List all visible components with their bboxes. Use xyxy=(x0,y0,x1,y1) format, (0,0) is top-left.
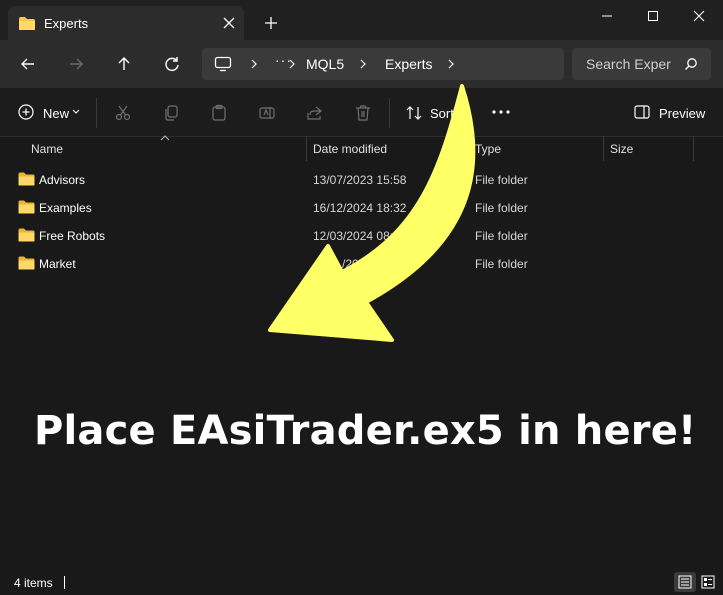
breadcrumb-mql5[interactable]: MQL5 xyxy=(306,56,344,72)
rename-icon[interactable] xyxy=(258,104,276,122)
tiles-view-icon[interactable] xyxy=(697,572,719,592)
tab-experts[interactable]: Experts xyxy=(8,6,244,42)
back-arrow-icon[interactable] xyxy=(18,54,38,74)
file-type: File folder xyxy=(475,201,528,215)
column-headers: Name Date modified Type Size xyxy=(0,135,723,161)
list-item-free-robots[interactable]: Free Robots 12/03/2024 08:49 File folder xyxy=(12,222,692,250)
cut-icon[interactable] xyxy=(114,104,132,122)
item-count: 4 items xyxy=(14,576,53,590)
title-bar: Experts xyxy=(0,0,723,42)
file-explorer-window: Experts ··· MQL5 Experts Search Exper Ne… xyxy=(0,0,723,595)
annotation-text: Place EAsiTrader.ex5 in here! xyxy=(34,408,697,454)
column-size[interactable]: Size xyxy=(610,142,633,156)
breadcrumb-experts[interactable]: Experts xyxy=(385,56,432,72)
file-type: File folder xyxy=(475,229,528,243)
column-date-modified[interactable]: Date modified xyxy=(313,142,387,156)
folder-icon xyxy=(18,256,35,270)
paste-icon[interactable] xyxy=(210,104,228,122)
folder-icon xyxy=(18,200,35,214)
close-icon[interactable] xyxy=(220,14,238,32)
monitor-icon[interactable] xyxy=(214,56,232,72)
chevron-down-icon[interactable] xyxy=(456,109,464,115)
column-divider[interactable] xyxy=(468,136,469,161)
copy-icon[interactable] xyxy=(162,104,180,122)
column-type[interactable]: Type xyxy=(475,142,501,156)
details-view-icon[interactable] xyxy=(674,572,696,592)
chevron-right-icon[interactable] xyxy=(247,57,261,71)
sort-icon[interactable] xyxy=(405,105,423,121)
plus-circle-icon[interactable] xyxy=(18,104,34,120)
chevron-right-icon[interactable] xyxy=(356,57,370,71)
new-button[interactable]: New xyxy=(43,106,69,121)
close-icon[interactable] xyxy=(684,6,714,26)
breadcrumb[interactable]: ··· MQL5 Experts xyxy=(202,48,564,80)
file-date: 12/03/2024 08:49 xyxy=(313,229,407,243)
file-date: 13/07/2023 15:58 xyxy=(313,173,407,187)
divider xyxy=(96,98,97,128)
file-name[interactable]: Advisors xyxy=(39,173,85,187)
column-divider[interactable] xyxy=(306,136,307,161)
maximize-icon[interactable] xyxy=(638,6,668,26)
refresh-icon[interactable] xyxy=(162,54,182,74)
forward-arrow-icon[interactable] xyxy=(66,54,86,74)
minimize-icon[interactable] xyxy=(592,6,622,26)
list-item-examples[interactable]: Examples 16/12/2024 18:32 File folder xyxy=(12,194,692,222)
tab-title: Experts xyxy=(44,16,89,31)
delete-icon[interactable] xyxy=(354,104,372,122)
column-name[interactable]: Name xyxy=(31,142,63,156)
share-icon[interactable] xyxy=(306,104,324,122)
address-bar: ··· MQL5 Experts Search Exper xyxy=(0,40,723,88)
search-input[interactable]: Search Exper xyxy=(586,56,671,72)
sort-button[interactable]: Sort xyxy=(430,106,454,121)
file-type: File folder xyxy=(475,173,528,187)
preview-button[interactable]: Preview xyxy=(659,106,705,121)
search-icon[interactable] xyxy=(684,57,698,71)
plus-icon[interactable] xyxy=(262,14,280,32)
divider xyxy=(389,98,390,128)
more-options-icon[interactable] xyxy=(492,110,510,114)
search-box[interactable]: Search Exper xyxy=(572,48,711,80)
sort-ascending-icon xyxy=(160,135,170,141)
status-bar: 4 items xyxy=(0,570,723,595)
folder-icon xyxy=(19,17,35,30)
file-name[interactable]: Market xyxy=(39,257,76,271)
chevron-right-icon[interactable] xyxy=(285,57,299,71)
status-divider xyxy=(64,576,65,589)
list-item-market[interactable]: Market /2025 File folder xyxy=(12,250,692,278)
file-date: /2025 xyxy=(342,257,373,271)
folder-icon xyxy=(18,228,35,242)
column-divider[interactable] xyxy=(693,136,694,161)
chevron-right-icon[interactable] xyxy=(444,57,458,71)
list-item-advisors[interactable]: Advisors 13/07/2023 15:58 File folder xyxy=(12,166,692,194)
preview-pane-icon[interactable] xyxy=(634,105,650,119)
up-arrow-icon[interactable] xyxy=(114,54,134,74)
file-date: 16/12/2024 18:32 xyxy=(313,201,407,215)
column-divider[interactable] xyxy=(603,136,604,161)
chevron-down-icon[interactable] xyxy=(72,109,80,115)
file-name[interactable]: Examples xyxy=(39,201,92,215)
command-bar: New Sort Preview xyxy=(0,88,723,137)
file-type: File folder xyxy=(475,257,528,271)
file-name[interactable]: Free Robots xyxy=(39,229,105,243)
folder-icon xyxy=(18,172,35,186)
